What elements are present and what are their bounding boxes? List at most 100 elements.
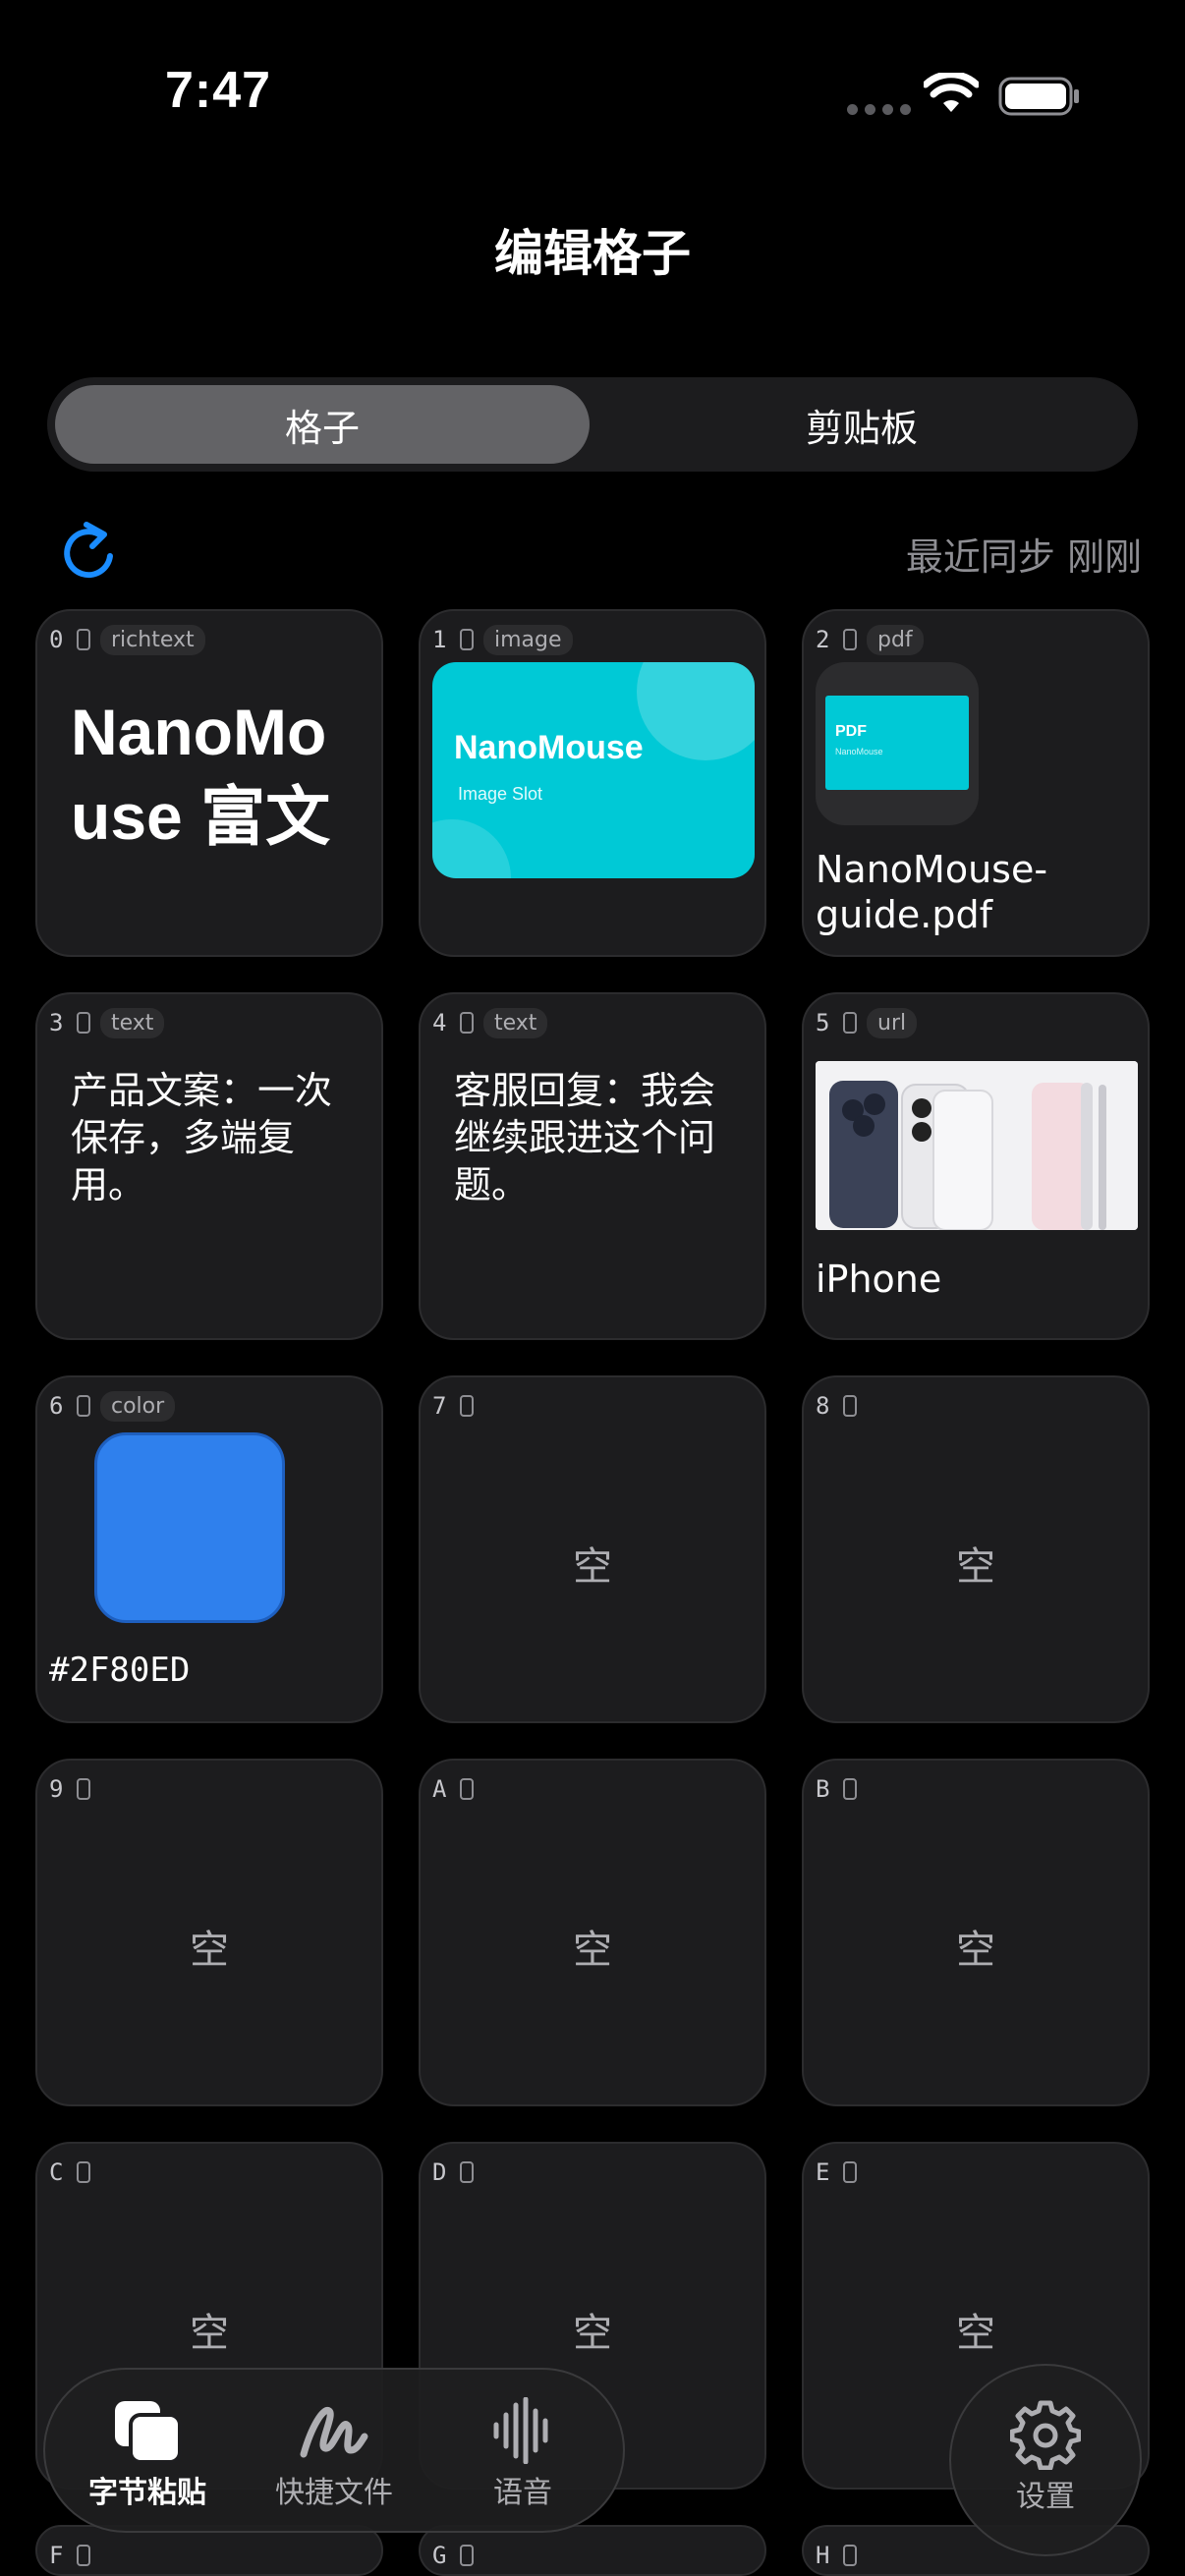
slot-cell-empty[interactable]: B 空 bbox=[802, 1759, 1150, 2106]
tab-voice[interactable]: 语音 bbox=[444, 2397, 601, 2511]
slot-cell-pdf[interactable]: 2 pdf PDF NanoMouse NanoMouse-guide.pdf bbox=[802, 609, 1150, 957]
slot-index: 5 bbox=[816, 1009, 830, 1036]
phone-icon bbox=[77, 1012, 90, 1034]
image-preview-title: NanoMouse bbox=[454, 729, 644, 766]
slot-type-tag: url bbox=[867, 1007, 918, 1038]
slot-index: 2 bbox=[816, 626, 830, 653]
phone-icon bbox=[460, 2161, 474, 2183]
tab-label: 字节粘贴 bbox=[88, 2476, 206, 2510]
tab-quick-files[interactable]: 快捷文件 bbox=[255, 2397, 413, 2511]
tab-bar: 字节粘贴 快捷文件 语音 bbox=[43, 2368, 625, 2533]
slot-index: 8 bbox=[816, 1392, 830, 1420]
refresh-icon[interactable] bbox=[59, 521, 118, 582]
phone-icon bbox=[843, 2161, 857, 2183]
image-preview-subtitle: Image Slot bbox=[458, 784, 543, 804]
slot-index: E bbox=[816, 2158, 830, 2186]
empty-label: 空 bbox=[190, 1928, 229, 1973]
phone-icon bbox=[77, 2545, 90, 2566]
slot-index: C bbox=[49, 2158, 64, 2186]
empty-label: 空 bbox=[573, 1928, 612, 1973]
slot-index: H bbox=[816, 2542, 830, 2569]
slot-index: D bbox=[432, 2158, 447, 2186]
url-title: iPhone bbox=[816, 1258, 942, 1301]
phone-icon bbox=[77, 1778, 90, 1800]
url-preview-image bbox=[816, 1061, 1138, 1230]
slot-type-tag: image bbox=[483, 624, 573, 655]
phone-icon bbox=[77, 2161, 90, 2183]
richtext-preview: NanoMouse 富文 bbox=[71, 696, 331, 853]
slot-cell-empty[interactable]: 8 空 bbox=[802, 1375, 1150, 1723]
copy-icon bbox=[115, 2401, 182, 2464]
slot-cell-text[interactable]: 3 text 产品文案：一次保存，多端复用。 bbox=[35, 992, 383, 1340]
page-title: 编辑格子 bbox=[494, 225, 691, 282]
empty-label: 空 bbox=[190, 2311, 229, 2356]
pdf-filename: NanoMouse-guide.pdf bbox=[816, 848, 1048, 936]
slot-index: B bbox=[816, 1775, 830, 1803]
slot-type-tag: text bbox=[483, 1007, 548, 1038]
slot-index: 6 bbox=[49, 1392, 64, 1420]
slot-index: 0 bbox=[49, 626, 64, 653]
slot-index: 4 bbox=[432, 1009, 447, 1036]
signal-dots-icon bbox=[847, 104, 911, 115]
slot-index: F bbox=[49, 2542, 64, 2569]
sync-status: 最近同步 刚刚 bbox=[905, 535, 1142, 579]
slot-cell-empty[interactable]: 9 空 bbox=[35, 1759, 383, 2106]
phone-icon bbox=[460, 1395, 474, 1417]
tab-label: 语音 bbox=[493, 2476, 552, 2510]
slot-cell-text[interactable]: 4 text 客服回复：我会继续跟进这个问题。 bbox=[419, 992, 766, 1340]
phone-icon bbox=[460, 1012, 474, 1034]
phone-icon bbox=[843, 2545, 857, 2566]
color-hex-value: #2F80ED bbox=[49, 1651, 191, 1690]
slot-type-tag: richtext bbox=[100, 624, 205, 655]
color-swatch bbox=[94, 1432, 285, 1623]
slot-cell-image[interactable]: 1 image NanoMouse Image Slot bbox=[419, 609, 766, 957]
pdf-thumb-subtitle: NanoMouse bbox=[835, 747, 883, 756]
phone-icon bbox=[77, 1395, 90, 1417]
slot-index: 9 bbox=[49, 1775, 64, 1803]
slot-index: A bbox=[432, 1775, 447, 1803]
slot-type-tag: pdf bbox=[867, 624, 924, 655]
slot-cell-color[interactable]: 6 color #2F80ED bbox=[35, 1375, 383, 1723]
settings-button[interactable]: 设置 bbox=[949, 2364, 1142, 2556]
tab-byte-paste[interactable]: 字节粘贴 bbox=[69, 2397, 226, 2511]
status-time: 7:47 bbox=[165, 62, 272, 119]
slot-cell-richtext[interactable]: 0 richtext NanoMouse 富文 bbox=[35, 609, 383, 957]
phone-icon bbox=[460, 1778, 474, 1800]
empty-label: 空 bbox=[573, 1544, 612, 1590]
phone-icon bbox=[843, 1012, 857, 1034]
battery-icon bbox=[998, 77, 1079, 116]
slot-cell-empty[interactable]: A 空 bbox=[419, 1759, 766, 2106]
segment-clipboard[interactable]: 剪贴板 bbox=[593, 385, 1130, 464]
empty-label: 空 bbox=[573, 2311, 612, 2356]
wifi-icon bbox=[924, 73, 979, 112]
pdf-thumbnail: PDF NanoMouse bbox=[816, 662, 979, 825]
text-preview: 客服回复：我会继续跟进这个问题。 bbox=[454, 1069, 716, 1206]
image-preview: NanoMouse Image Slot bbox=[432, 662, 755, 878]
slot-index: G bbox=[432, 2542, 447, 2569]
text-preview: 产品文案：一次保存，多端复用。 bbox=[71, 1069, 333, 1206]
slot-cell-url[interactable]: 5 url iPhone bbox=[802, 992, 1150, 1340]
slot-cell-empty[interactable]: 7 空 bbox=[419, 1375, 766, 1723]
phone-icon bbox=[843, 629, 857, 650]
empty-label: 空 bbox=[956, 1544, 995, 1590]
phone-icon bbox=[843, 1395, 857, 1417]
slot-type-tag: text bbox=[100, 1007, 165, 1038]
segment-grid[interactable]: 格子 bbox=[55, 385, 590, 464]
scribble-icon bbox=[300, 2407, 368, 2458]
settings-label: 设置 bbox=[1016, 2480, 1075, 2514]
slot-index: 3 bbox=[49, 1009, 64, 1036]
pdf-thumb-title: PDF bbox=[835, 723, 867, 740]
gear-icon bbox=[1010, 2400, 1081, 2470]
phone-icon bbox=[843, 1778, 857, 1800]
empty-label: 空 bbox=[956, 1928, 995, 1973]
phone-icon bbox=[460, 629, 474, 650]
phone-icon bbox=[77, 629, 90, 650]
slot-index: 1 bbox=[432, 626, 447, 653]
waveform-icon bbox=[493, 2397, 548, 2464]
empty-label: 空 bbox=[956, 2311, 995, 2356]
segmented-control: 格子 剪贴板 bbox=[47, 377, 1138, 472]
phone-icon bbox=[460, 2545, 474, 2566]
slot-index: 7 bbox=[432, 1392, 447, 1420]
tab-label: 快捷文件 bbox=[275, 2476, 393, 2510]
slot-type-tag: color bbox=[100, 1390, 176, 1422]
